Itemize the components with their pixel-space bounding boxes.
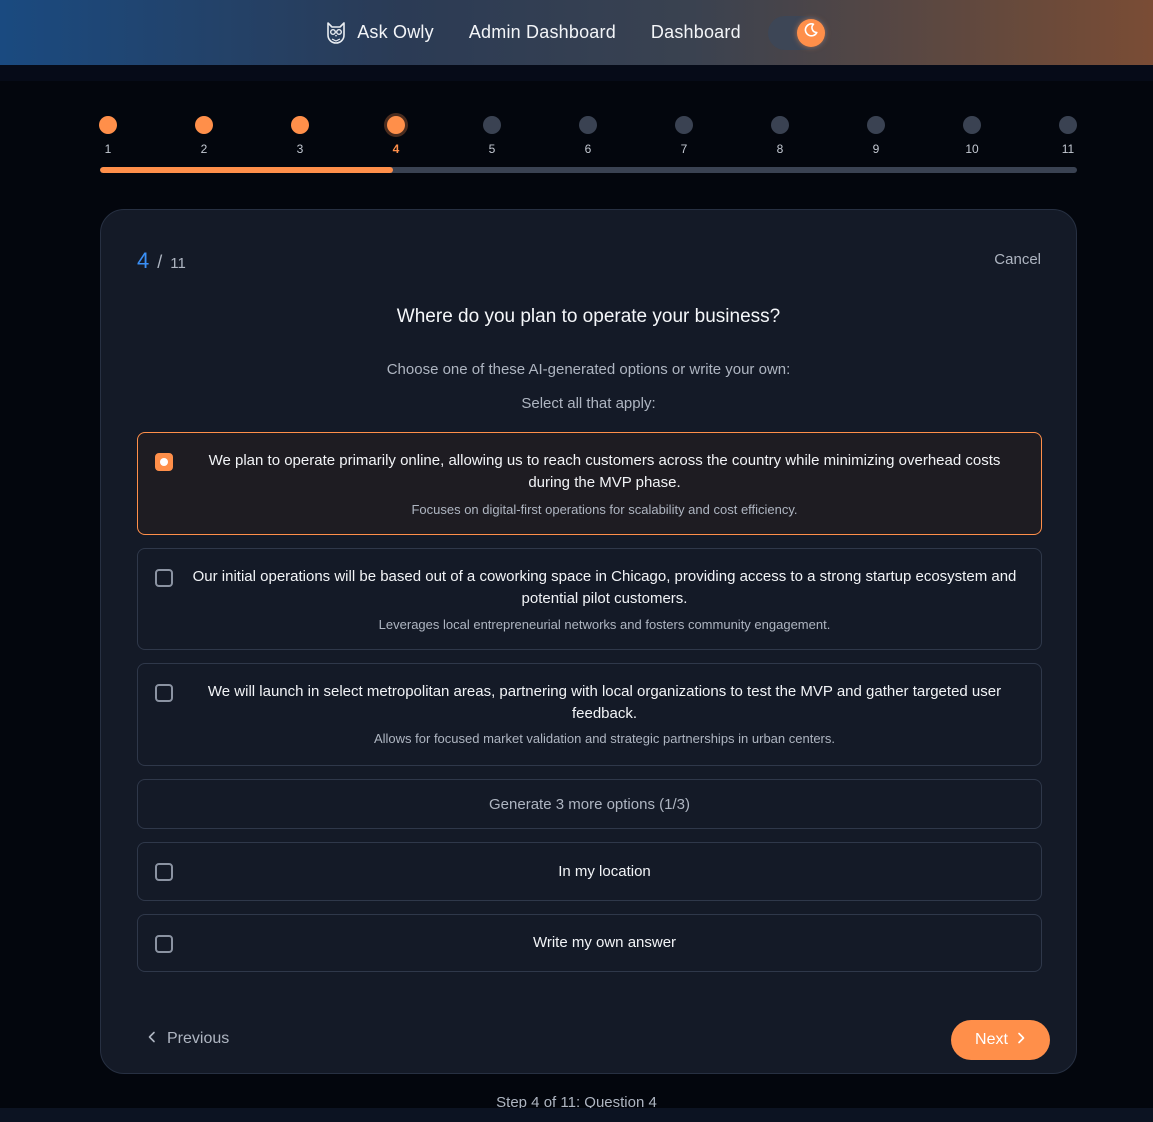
progress-bar: [100, 167, 1077, 173]
answer-option-location[interactable]: In my location: [137, 842, 1042, 901]
brand-link[interactable]: Ask Owly: [325, 21, 434, 45]
option-text: Write my own answer: [532, 934, 677, 951]
option-text: We will launch in select metropolitan ar…: [207, 683, 1002, 722]
option-checkbox[interactable]: [155, 684, 173, 702]
chevron-left-icon: [147, 1030, 167, 1048]
step-dot: [675, 116, 693, 134]
chevron-right-icon: [1008, 1031, 1026, 1049]
moon-icon: [803, 22, 819, 43]
counter-current: 4: [137, 248, 150, 273]
question-title: Where do you plan to operate your busine…: [396, 306, 781, 327]
instruction-text: Choose one of these AI-generated options…: [386, 361, 791, 378]
header-underlay: [0, 65, 1153, 81]
step-dot: [195, 116, 213, 134]
step-dot: [291, 116, 309, 134]
step-number: 4: [392, 142, 400, 156]
step-dot: [771, 116, 789, 134]
step-dot: [579, 116, 597, 134]
question-card: 4 / 11 Cancel Where do you plan to opera…: [100, 209, 1077, 1074]
step-number: 7: [680, 142, 688, 156]
option-checkbox[interactable]: [155, 863, 173, 881]
step-8[interactable]: 8: [765, 116, 795, 156]
counter-total: 11: [170, 255, 186, 272]
step-dot: [99, 116, 117, 134]
option-subtext: Leverages local entrepreneurial networks…: [378, 617, 831, 632]
next-label: Next: [975, 1031, 1008, 1048]
previous-button[interactable]: Previous: [147, 1030, 229, 1048]
option-subtext: Focuses on digital-first operations for …: [411, 502, 798, 517]
option-text: Our initial operations will be based out…: [192, 568, 1017, 607]
step-number: 9: [872, 142, 880, 156]
select-hint: Select all that apply:: [521, 395, 656, 412]
option-checkbox[interactable]: [155, 935, 173, 953]
step-number: 5: [488, 142, 496, 156]
step-7[interactable]: 7: [669, 116, 699, 156]
option-text: We plan to operate primarily online, all…: [208, 452, 1001, 491]
answer-option-2[interactable]: Our initial operations will be based out…: [137, 548, 1042, 650]
step-3[interactable]: 3: [285, 116, 315, 156]
theme-toggle[interactable]: [767, 15, 828, 50]
step-number: 10: [965, 142, 979, 156]
top-navigation-bar: Ask Owly Admin Dashboard Dashboard: [0, 0, 1153, 65]
step-4[interactable]: 4: [381, 116, 411, 156]
option-text: In my location: [558, 863, 651, 880]
step-number: 2: [200, 142, 208, 156]
answer-option-1[interactable]: We plan to operate primarily online, all…: [137, 432, 1042, 535]
step-number: 8: [776, 142, 784, 156]
nav-link-label: Dashboard: [650, 22, 741, 42]
previous-label: Previous: [167, 1030, 230, 1047]
step-9[interactable]: 9: [861, 116, 891, 156]
theme-toggle-knob: [796, 18, 825, 47]
step-2[interactable]: 2: [189, 116, 219, 156]
step-1[interactable]: 1: [93, 116, 123, 156]
nav-link-admin-dashboard[interactable]: Admin Dashboard: [469, 22, 616, 43]
nav-link-label: Admin Dashboard: [468, 22, 616, 42]
nav-group: Ask Owly Admin Dashboard Dashboard: [325, 15, 828, 50]
step-dot: [1059, 116, 1077, 134]
option-subtext: Allows for focused market validation and…: [373, 731, 835, 746]
step-number: 11: [1061, 142, 1075, 156]
step-10[interactable]: 10: [957, 116, 987, 156]
step-11[interactable]: 11: [1053, 116, 1083, 156]
step-dot: [387, 116, 405, 134]
step-number: 1: [104, 142, 112, 156]
footer-strip: [0, 1108, 1153, 1122]
progress-bar-fill: [100, 167, 394, 173]
step-dot: [483, 116, 501, 134]
step-6[interactable]: 6: [573, 116, 603, 156]
step-number: 6: [584, 142, 592, 156]
option-checkbox[interactable]: [155, 569, 173, 587]
generate-more-options-button[interactable]: Generate 3 more options (1/3): [137, 779, 1042, 829]
answer-option-3[interactable]: We will launch in select metropolitan ar…: [137, 663, 1042, 766]
brand-label: Ask Owly: [357, 22, 434, 42]
next-button[interactable]: Next: [951, 1020, 1050, 1060]
owl-logo-icon: [325, 21, 347, 45]
step-5[interactable]: 5: [477, 116, 507, 156]
step-number: 3: [296, 142, 304, 156]
step-dot: [867, 116, 885, 134]
cancel-button[interactable]: Cancel: [994, 251, 1041, 268]
answer-option-own-answer[interactable]: Write my own answer: [137, 914, 1042, 972]
question-counter: 4 / 11: [137, 248, 186, 274]
option-checkbox[interactable]: [155, 453, 173, 471]
step-dot: [963, 116, 981, 134]
nav-link-dashboard[interactable]: Dashboard: [651, 22, 741, 43]
counter-separator: /: [157, 252, 163, 272]
